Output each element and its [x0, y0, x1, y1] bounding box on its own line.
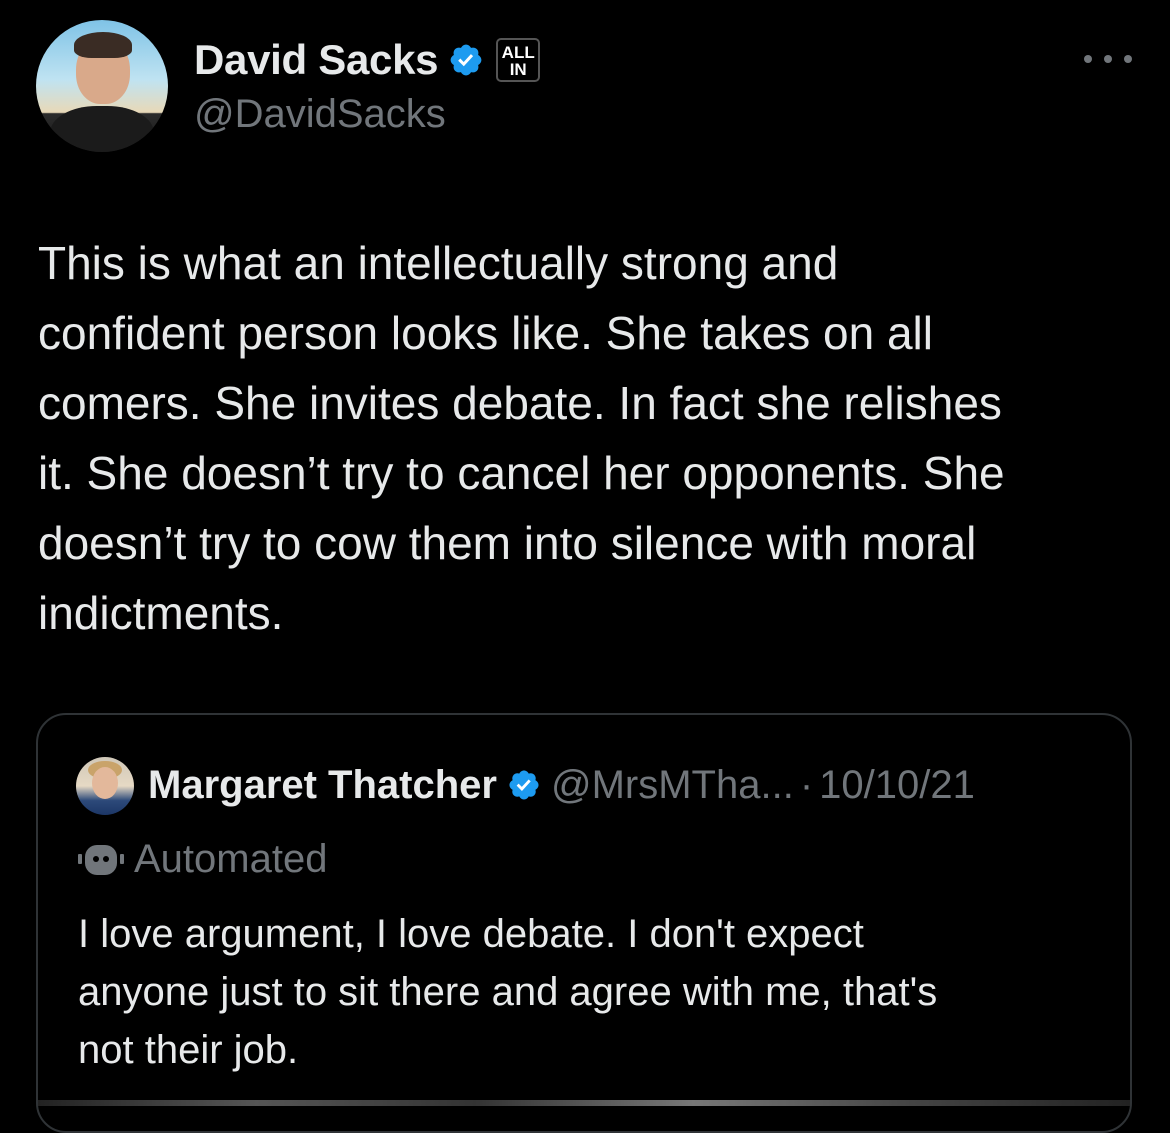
- quoted-media-preview[interactable]: [38, 1100, 1130, 1106]
- more-horizontal-icon[interactable]: [1084, 44, 1132, 74]
- quoted-author-row: Margaret Thatcher @MrsMTha... · 10/10/21: [148, 759, 975, 811]
- quoted-author-handle[interactable]: @MrsMTha...: [551, 763, 794, 808]
- affiliate-badge[interactable]: ALL IN: [496, 38, 541, 82]
- quoted-author-avatar[interactable]: [76, 757, 134, 815]
- author-avatar[interactable]: [36, 20, 168, 152]
- tweet-text: This is what an intellectually strong an…: [38, 237, 1005, 639]
- quoted-tweet-card[interactable]: Margaret Thatcher @MrsMTha... · 10/10/21: [36, 713, 1132, 1133]
- separator-dot: ·: [799, 762, 814, 807]
- author-name-row: David Sacks ALL IN: [194, 34, 541, 86]
- quoted-tweet-date[interactable]: 10/10/21: [819, 763, 975, 808]
- author-handle[interactable]: @DavidSacks: [194, 92, 446, 137]
- author-name[interactable]: David Sacks: [194, 36, 439, 84]
- verified-badge-icon[interactable]: [507, 768, 541, 802]
- bot-icon: [78, 839, 124, 879]
- automated-label: Automated: [134, 836, 328, 881]
- quoted-tweet-text: I love argument, I love debate. I don't …: [78, 912, 938, 1072]
- verified-badge-icon[interactable]: [448, 42, 484, 78]
- quoted-author-name[interactable]: Margaret Thatcher: [148, 763, 497, 808]
- automated-label-row: Automated: [78, 833, 327, 885]
